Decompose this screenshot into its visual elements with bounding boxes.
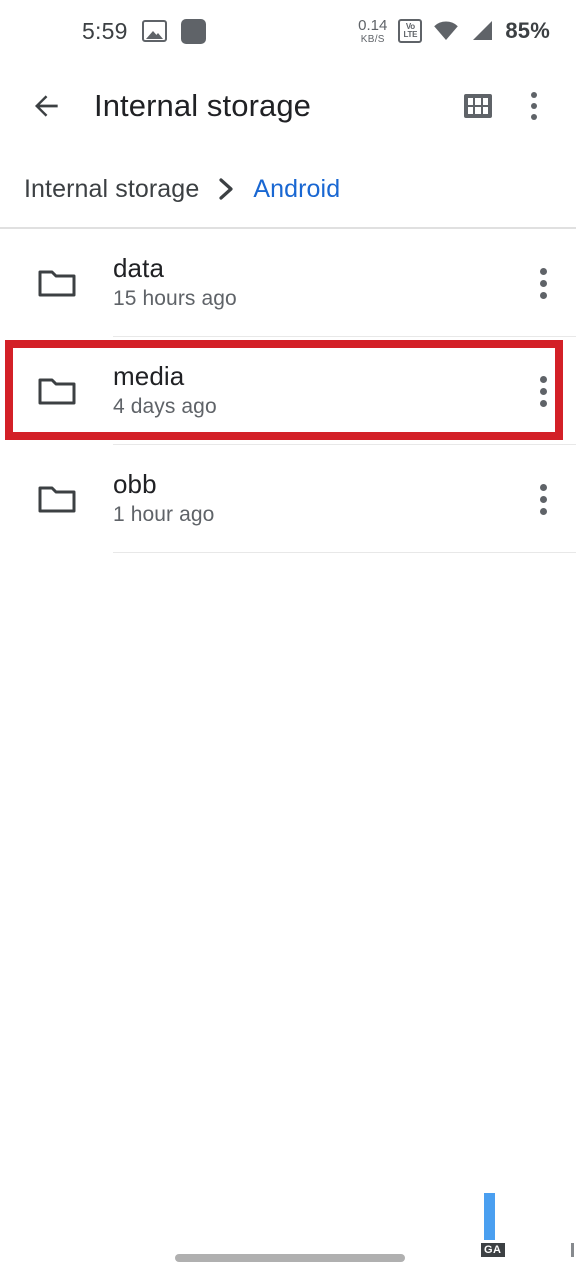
- folder-icon: [0, 484, 113, 514]
- file-info: data 15 hours ago: [113, 254, 510, 311]
- network-speed-indicator: 0.14 KB/S: [358, 18, 387, 45]
- overflow-menu-glyph: [539, 483, 547, 515]
- breadcrumb: Internal storage Android: [0, 150, 576, 228]
- battery-percentage: 85%: [505, 18, 550, 43]
- chevron-right-icon: [217, 178, 235, 200]
- grid-view-glyph: [464, 94, 492, 118]
- overflow-menu-glyph: [531, 92, 537, 120]
- file-date: 15 hours ago: [113, 287, 237, 311]
- volte-icon: Vo LTE: [398, 19, 423, 43]
- file-info: obb 1 hour ago: [113, 470, 510, 527]
- folder-icon: [0, 376, 113, 406]
- status-bar: 5:59 0.14 KB/S Vo LTE 85%: [0, 0, 576, 62]
- network-speed-unit: KB/S: [360, 33, 385, 45]
- screen-recorder-indicator: [484, 1193, 495, 1240]
- screen-edge-marker: [571, 1243, 574, 1257]
- network-speed-value: 0.14: [358, 16, 388, 34]
- status-bar-right: 0.14 KB/S Vo LTE 85%: [358, 18, 550, 45]
- overflow-menu-icon[interactable]: [506, 78, 562, 134]
- overflow-menu-glyph: [539, 267, 547, 299]
- overflow-menu-glyph: [539, 375, 547, 407]
- file-name: obb: [113, 469, 157, 500]
- table-row[interactable]: obb 1 hour ago: [0, 445, 576, 553]
- grid-view-icon[interactable]: [450, 78, 506, 134]
- folder-icon: [0, 268, 113, 298]
- breadcrumb-item-current[interactable]: Android: [253, 175, 340, 204]
- recorder-badge-label: GA: [481, 1243, 505, 1258]
- cellular-signal-icon: [470, 20, 494, 42]
- file-info: media 4 days ago: [113, 362, 510, 419]
- file-name: media: [113, 361, 185, 392]
- table-row[interactable]: media 4 days ago: [0, 337, 576, 445]
- row-overflow-menu-icon[interactable]: [510, 483, 576, 515]
- file-name: data: [113, 253, 165, 284]
- breadcrumb-item-root[interactable]: Internal storage: [24, 175, 199, 204]
- back-arrow-icon[interactable]: [18, 77, 76, 135]
- page-title: Internal storage: [94, 88, 312, 123]
- home-gesture-bar[interactable]: [175, 1254, 405, 1262]
- table-row[interactable]: data 15 hours ago: [0, 229, 576, 337]
- row-overflow-menu-icon[interactable]: [510, 267, 576, 299]
- row-overflow-menu-icon[interactable]: [510, 375, 576, 407]
- phone-screen: 5:59 0.14 KB/S Vo LTE 85% Internal stora…: [0, 0, 576, 1280]
- wifi-icon: [433, 21, 459, 41]
- file-date: 4 days ago: [113, 395, 217, 419]
- status-bar-clock: 5:59: [82, 17, 128, 44]
- row-divider: [113, 551, 576, 553]
- file-list: data 15 hours ago media 4 days ago obb 1…: [0, 229, 576, 553]
- app-badge-icon: [180, 18, 206, 44]
- volte-icon-bottom: LTE: [403, 30, 418, 39]
- app-bar: Internal storage: [0, 62, 576, 150]
- status-bar-left: 5:59: [82, 18, 206, 45]
- photo-icon: [141, 20, 167, 42]
- file-date: 1 hour ago: [113, 503, 215, 527]
